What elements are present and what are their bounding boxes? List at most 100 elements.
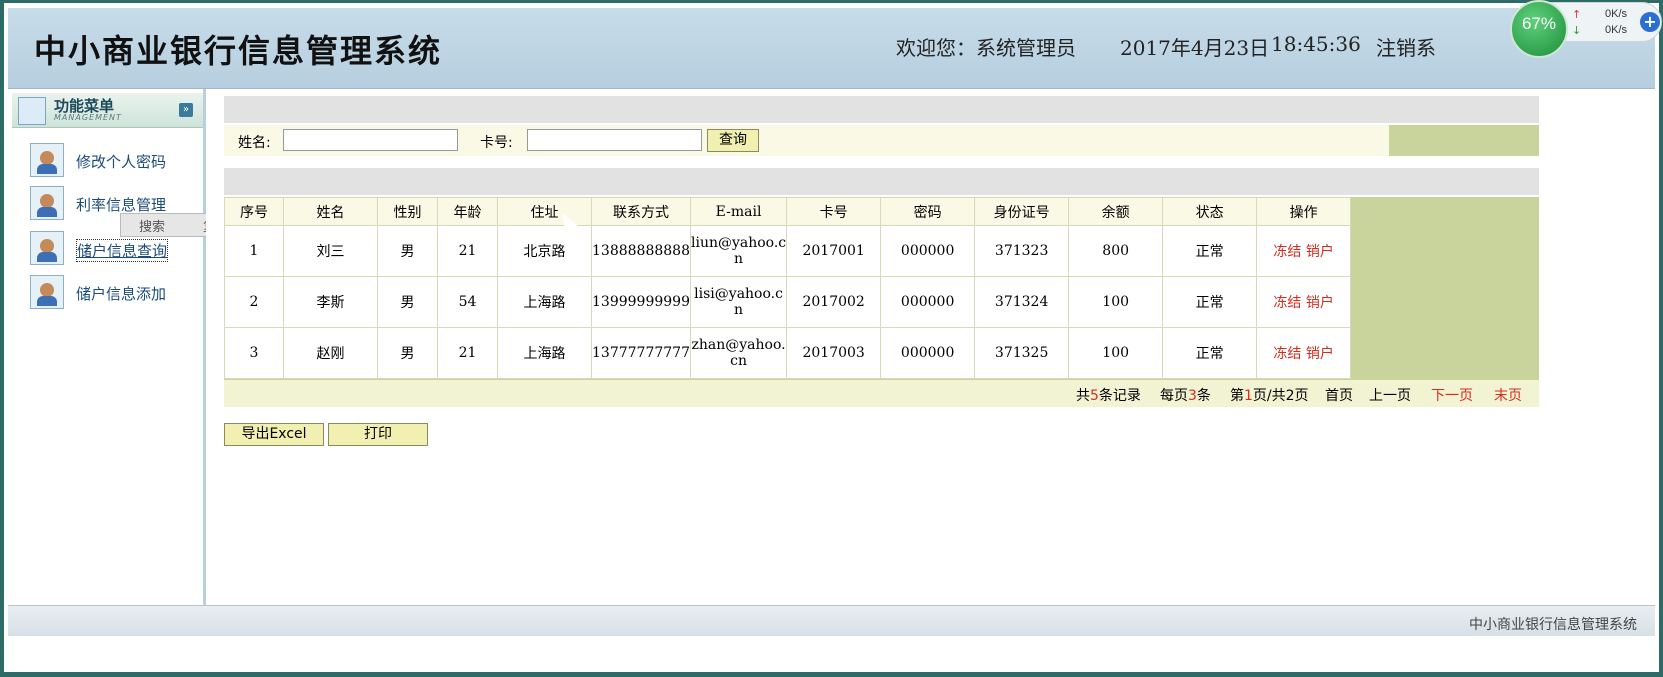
collapse-icon[interactable]: »: [179, 103, 193, 117]
cell-phone: 13999999999: [591, 276, 691, 328]
table-row: 3 赵刚 男 21 上海路 13777777777 zhan@yahoo. cn …: [224, 327, 1352, 379]
name-input[interactable]: [283, 129, 458, 151]
pager-text: 页/共2页: [1252, 388, 1309, 404]
first-page-link[interactable]: 首页: [1325, 385, 1353, 405]
freeze-link[interactable]: 冻结: [1273, 244, 1301, 260]
total-records: 共5条记录: [1076, 385, 1141, 405]
pager-number: 3: [1188, 388, 1197, 404]
pager-number: 5: [1090, 388, 1099, 404]
main-content: 姓名: 卡号: 查询 序号 姓名 性别 年龄 住址 联系方式 E-mail 卡号: [206, 89, 1655, 605]
cell-no: 2: [224, 276, 284, 328]
pager-text: 第: [1230, 388, 1244, 404]
cell-name: 刘三: [283, 225, 378, 277]
card-input[interactable]: [527, 129, 702, 151]
cell-age: 54: [437, 276, 498, 328]
col-header: 性别: [377, 197, 438, 226]
cell-age: 21: [437, 327, 498, 379]
pager-text: 每页: [1160, 388, 1188, 404]
per-page: 每页3条: [1160, 385, 1211, 405]
query-button[interactable]: 查询: [707, 129, 759, 152]
close-account-link[interactable]: 销户: [1306, 346, 1334, 362]
sidebar-item-change-password[interactable]: 修改个人密码: [30, 143, 200, 179]
cell-id: 371325: [974, 327, 1070, 379]
cell-actions: 冻结 销户: [1256, 225, 1352, 277]
col-header: 状态: [1162, 197, 1258, 226]
cell-status: 正常: [1162, 225, 1258, 277]
footer-text: 中小商业银行信息管理系统: [1469, 617, 1637, 633]
cell-status: 正常: [1162, 327, 1258, 379]
name-label: 姓名:: [238, 135, 271, 151]
export-excel-button[interactable]: 导出Excel: [224, 423, 324, 446]
download-arrow-icon: ↓: [1572, 24, 1582, 37]
cell-actions: 冻结 销户: [1256, 327, 1352, 379]
cell-name: 赵刚: [283, 327, 378, 379]
cell-card: 2017001: [786, 225, 882, 277]
cell-balance: 100: [1068, 276, 1164, 328]
cell-name: 李斯: [283, 276, 378, 328]
menu-folder-icon: [18, 97, 46, 125]
logout-link[interactable]: 注销系: [1376, 32, 1436, 61]
user-card-icon: [30, 231, 64, 265]
user-card-icon: [30, 275, 64, 309]
table-header-row: 序号 姓名 性别 年龄 住址 联系方式 E-mail 卡号 密码 身份证号 余额…: [224, 197, 1352, 226]
next-page-link[interactable]: 下一页: [1431, 385, 1473, 405]
cell-balance: 800: [1068, 225, 1164, 277]
search-title-band: [224, 96, 1539, 123]
pager-number: 1: [1244, 388, 1253, 404]
search-bar: 姓名: 卡号: 查询: [224, 125, 1539, 156]
col-header: 卡号: [786, 197, 882, 226]
cell-no: 3: [224, 327, 284, 379]
email-line: n: [734, 251, 744, 267]
cell-gender: 男: [377, 225, 438, 277]
cell-no: 1: [224, 225, 284, 277]
cell-password: 000000: [880, 276, 976, 328]
last-page-link[interactable]: 末页: [1494, 385, 1522, 405]
search-bar-side: [1389, 125, 1539, 156]
col-header: 身份证号: [974, 197, 1070, 226]
cell-password: 000000: [880, 327, 976, 379]
cell-card: 2017003: [786, 327, 882, 379]
freeze-link[interactable]: 冻结: [1273, 295, 1301, 311]
cell-actions: 冻结 销户: [1256, 276, 1352, 328]
col-header: E-mail: [689, 197, 788, 226]
close-account-link[interactable]: 销户: [1306, 295, 1334, 311]
cell-email: lisi@yahoo.c n: [689, 276, 788, 328]
page-indicator: 第1页/共2页: [1230, 385, 1309, 405]
user-card-icon: [30, 143, 64, 177]
col-header: 操作: [1256, 197, 1352, 226]
pager-text: 条: [1196, 388, 1211, 404]
email-line: lisi@yahoo.c: [694, 286, 783, 302]
data-table-area: 序号 姓名 性别 年龄 住址 联系方式 E-mail 卡号 密码 身份证号 余额…: [224, 197, 1539, 380]
sidebar-item-label: 储户信息添加: [76, 285, 167, 303]
depositor-table: 序号 姓名 性别 年龄 住址 联系方式 E-mail 卡号 密码 身份证号 余额…: [224, 197, 1352, 379]
table-row: 2 李斯 男 54 上海路 13999999999 lisi@yahoo.c n …: [224, 276, 1352, 328]
email-line: cn: [730, 353, 747, 369]
cpu-percent[interactable]: 67%: [1510, 0, 1568, 58]
prev-page-link[interactable]: 上一页: [1369, 385, 1411, 405]
cell-phone: 13777777777: [591, 327, 691, 379]
table-row: 1 刘三 男 21 北京路 13888888888 liun@yahoo.c n …: [224, 225, 1352, 277]
upload-arrow-icon: ↑: [1572, 8, 1582, 21]
cell-address: 北京路: [497, 225, 592, 277]
upload-speed: 0K/s: [1605, 8, 1628, 20]
time-text: 18:45:36: [1271, 32, 1361, 56]
user-card-icon: [30, 186, 64, 220]
date-text: 2017年4月23日: [1120, 36, 1270, 60]
print-button[interactable]: 打印: [328, 423, 428, 446]
context-menu-search[interactable]: 搜索: [139, 216, 165, 235]
welcome-text: 欢迎您：系统管理员: [896, 36, 1076, 60]
sidebar-subtitle: MANAGEMENT: [54, 113, 122, 122]
cell-balance: 100: [1068, 327, 1164, 379]
cell-gender: 男: [377, 327, 438, 379]
pagination-bar: 共5条记录 每页3条 第1页/共2页 首页 上一页 下一页 末页: [224, 380, 1539, 407]
sidebar-item-label: 利率信息管理: [76, 196, 167, 214]
footer: 中小商业银行信息管理系统: [8, 605, 1655, 636]
col-header: 联系方式: [591, 197, 691, 226]
add-icon[interactable]: +: [1640, 12, 1660, 32]
freeze-link[interactable]: 冻结: [1273, 346, 1301, 362]
download-speed: 0K/s: [1605, 24, 1628, 36]
network-monitor-widget[interactable]: 67% ↑ ↓ 0K/s 0K/s +: [1510, 0, 1663, 58]
cell-status: 正常: [1162, 276, 1258, 328]
close-account-link[interactable]: 销户: [1306, 244, 1334, 260]
sidebar-item-depositor-add[interactable]: 储户信息添加: [30, 275, 200, 311]
